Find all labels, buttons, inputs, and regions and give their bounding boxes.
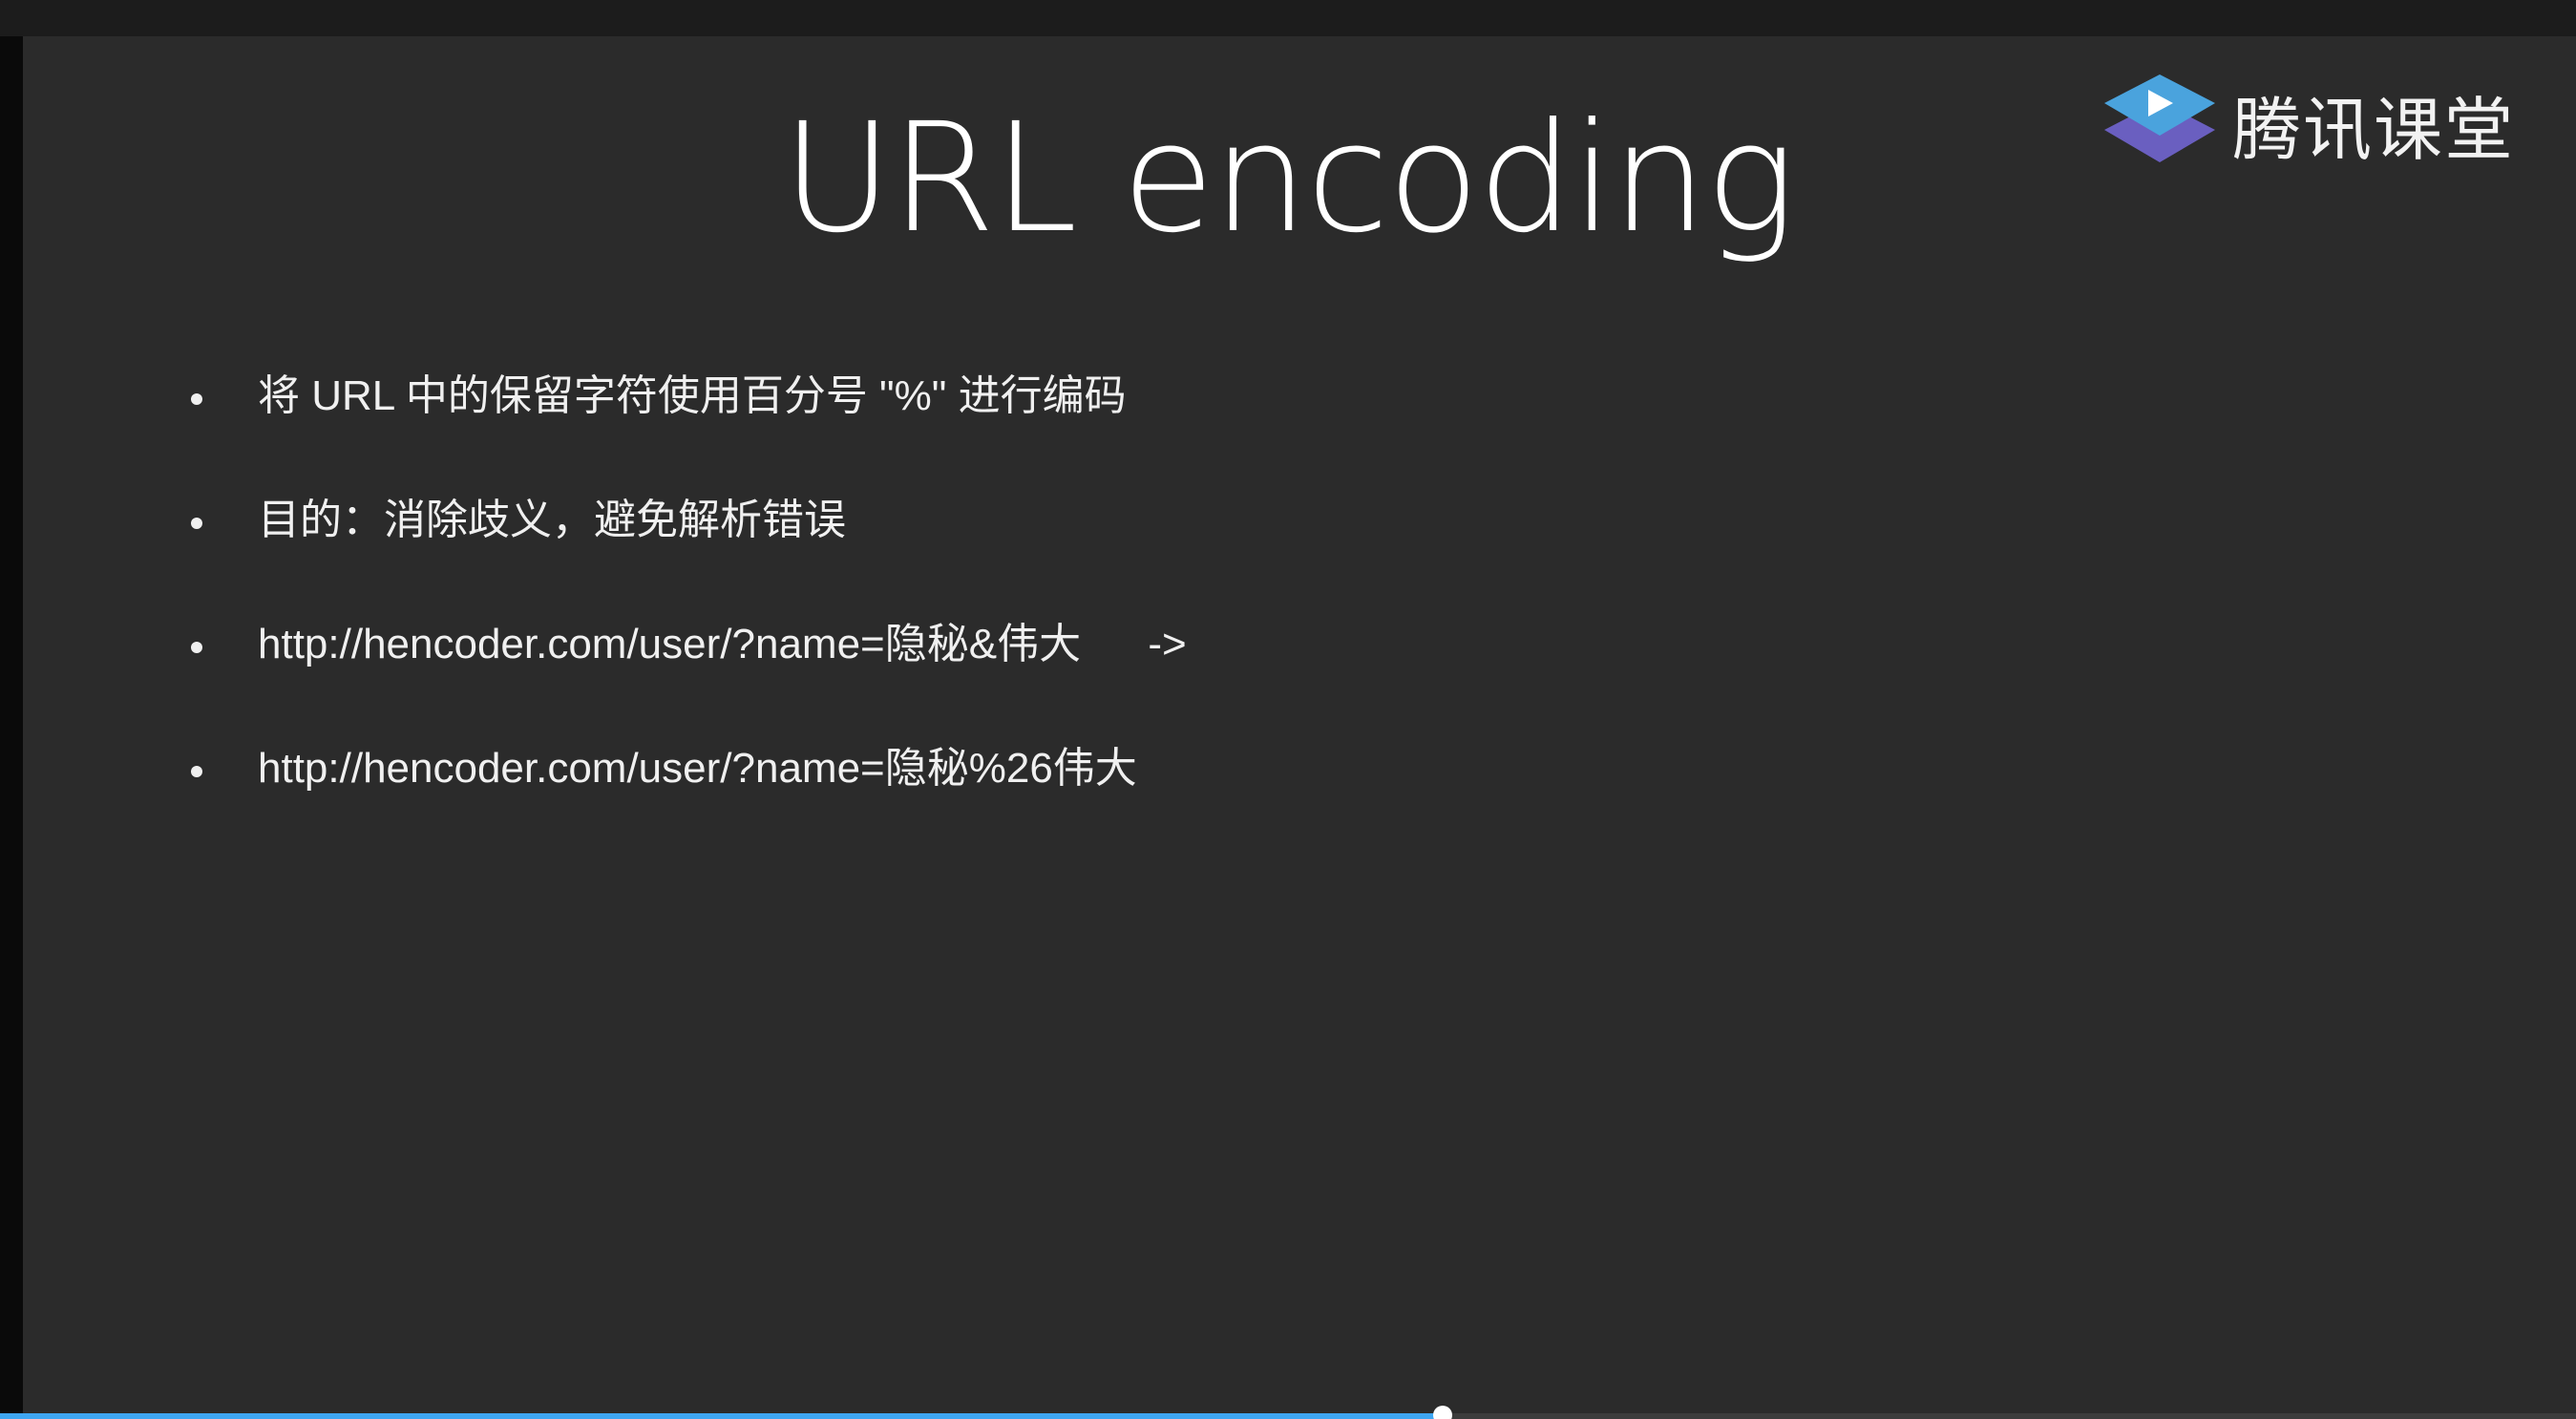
bullet-item: 目的：消除歧义，避免解析错误	[191, 492, 2387, 616]
logo-text: 腾讯课堂	[2232, 89, 2516, 170]
progress-handle[interactable]	[1432, 1406, 1452, 1419]
bullet-item: http://hencoder.com/user/?name=隐秘%26伟大	[191, 740, 2387, 864]
bullet-item: 将 URL 中的保留字符使用百分号 "%" 进行编码	[191, 368, 2387, 492]
bullet-item: http://hencoder.com/user/?name=隐秘&伟大 ->	[191, 616, 2387, 740]
play-cap-icon	[2104, 74, 2215, 162]
video-progress-bar[interactable]	[0, 1406, 2576, 1419]
tencent-classroom-logo: 腾讯课堂	[2101, 71, 2530, 176]
bullet-list: 将 URL 中的保留字符使用百分号 "%" 进行编码 目的：消除歧义，避免解析错…	[191, 368, 2387, 864]
top-bar	[0, 0, 2576, 36]
bullet-dot	[191, 518, 202, 529]
bullet-dot	[191, 393, 202, 405]
bullet-text: http://hencoder.com/user/?name=隐秘&伟大	[258, 621, 1082, 667]
bullet-text: http://hencoder.com/user/?name=隐秘%26伟大	[258, 745, 1137, 792]
progress-fill	[0, 1413, 1443, 1419]
arrow-text: ->	[1148, 621, 1187, 667]
video-screen: URL encoding 腾讯课堂 将 URL 中的保留字符使用百分号 "%" …	[0, 0, 2576, 1419]
bullet-dot	[191, 766, 202, 777]
bullet-text: 将 URL 中的保留字符使用百分号 "%" 进行编码	[258, 372, 1127, 419]
bullet-text: 目的：消除歧义，避免解析错误	[258, 497, 846, 543]
bullet-dot	[191, 642, 202, 653]
